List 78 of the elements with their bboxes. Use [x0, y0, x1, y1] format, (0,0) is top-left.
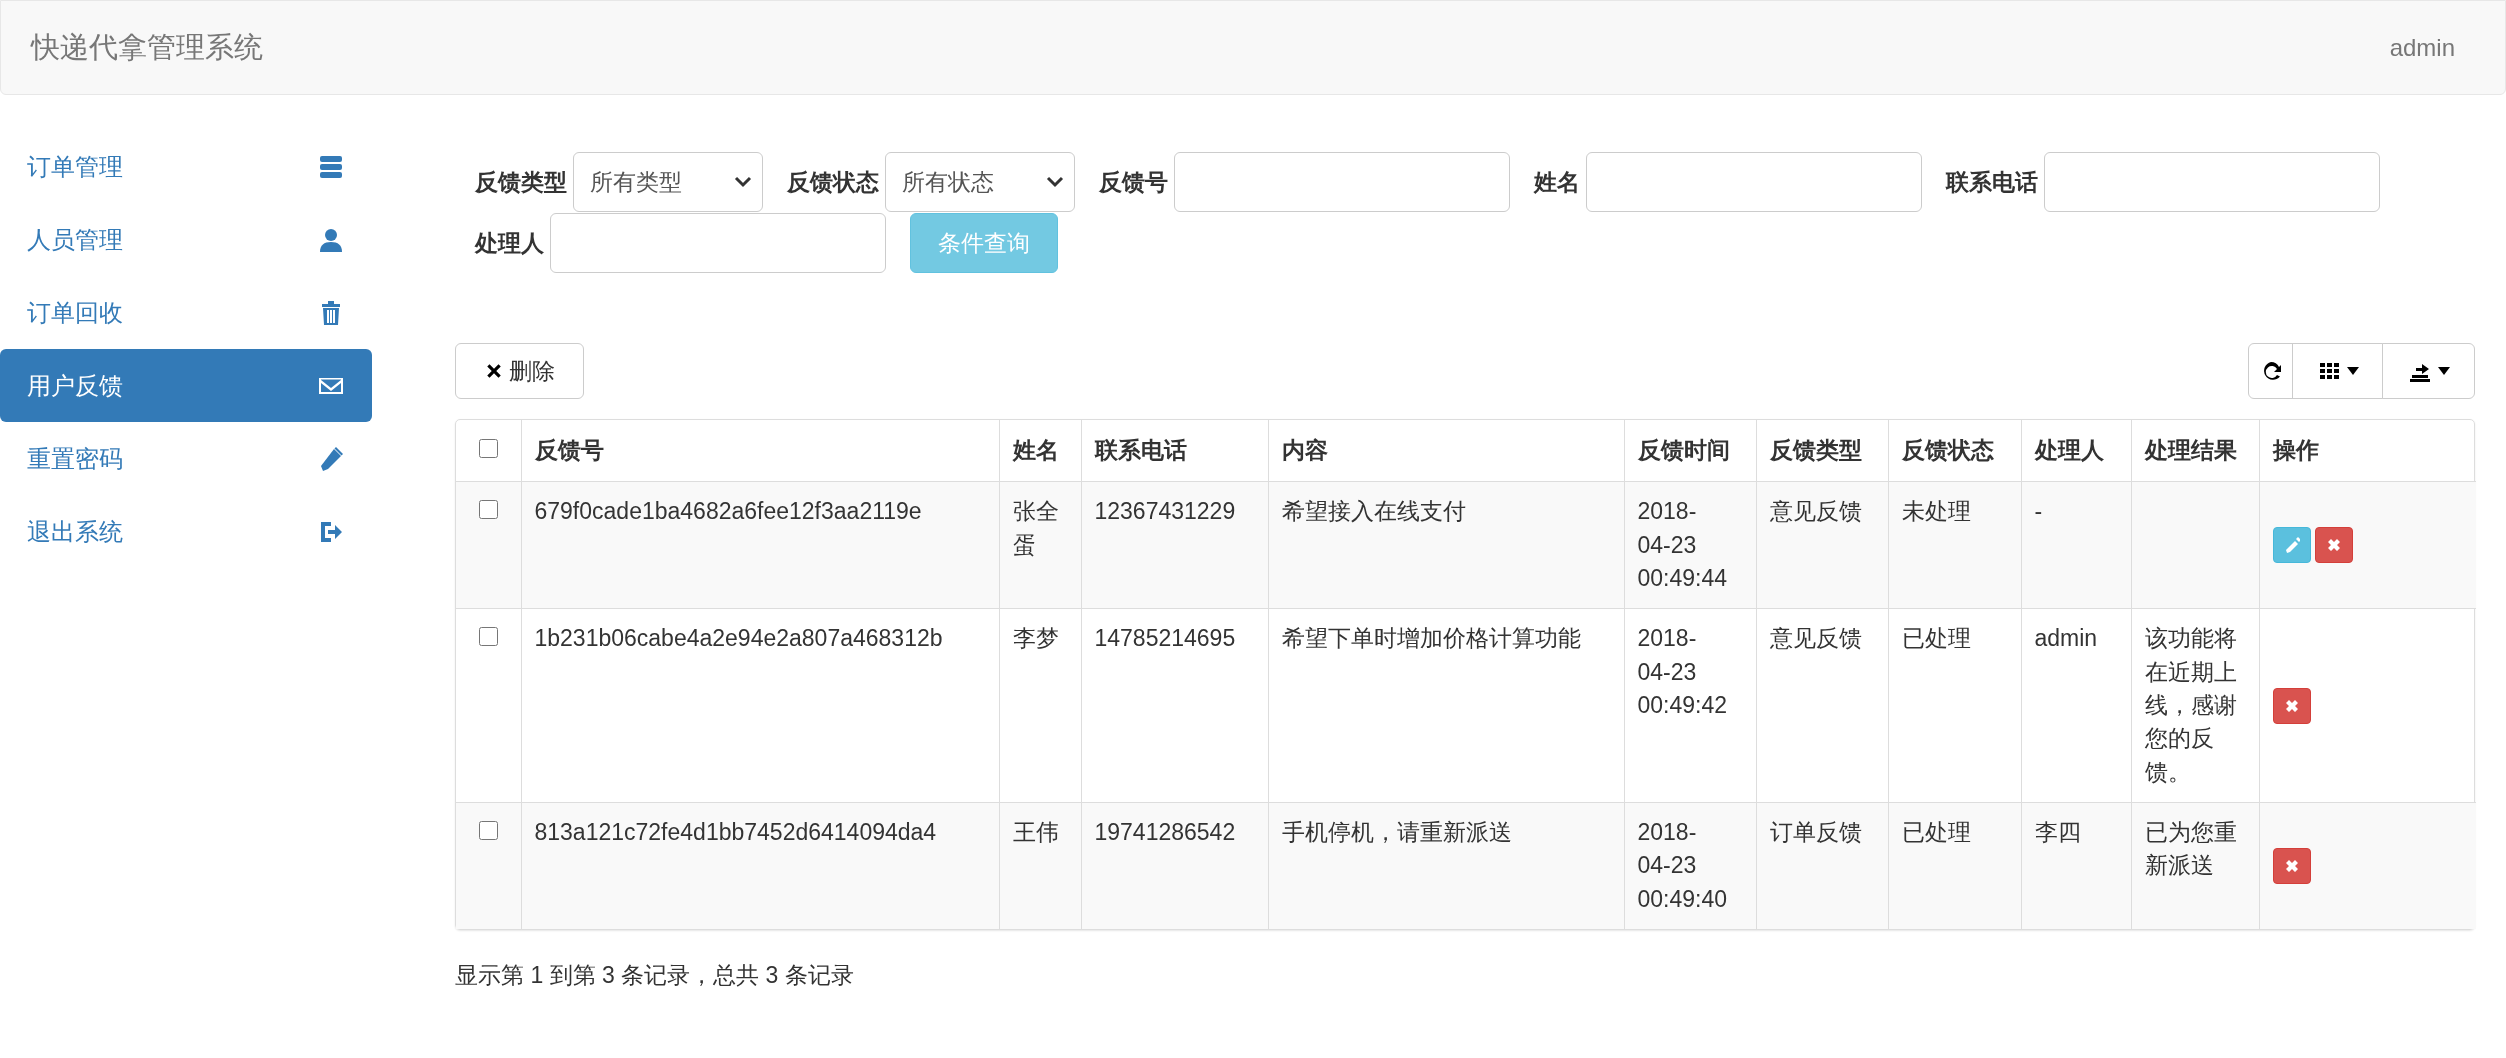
field-label: 反馈号 — [1099, 167, 1168, 197]
table-cell: 已处理 — [1888, 802, 2021, 930]
server-icon — [318, 153, 344, 180]
refresh-button[interactable] — [2248, 343, 2293, 399]
pagination-info: 显示第 1 到第 3 条记录，总共 3 条记录 — [455, 962, 854, 989]
table-cell: 未处理 — [1888, 481, 2021, 609]
dropdown-field[interactable]: 所有状态 — [885, 152, 1075, 212]
column-header[interactable]: 反馈时间 — [1624, 420, 1756, 482]
table-cell: 2018-04-23 00:49:42 — [1624, 608, 1756, 803]
caret-icon — [2346, 367, 2359, 375]
delete-row-button[interactable] — [2272, 848, 2311, 885]
table-cell: 李梦 — [999, 608, 1081, 803]
table-cell: 2018-04-23 00:49:40 — [1624, 802, 1756, 930]
delete-button[interactable]: 删除 — [455, 343, 584, 399]
input-field[interactable] — [1174, 152, 1510, 212]
table-cell: 手机停机，请重新派送 — [1268, 802, 1624, 930]
field-label: 处理人 — [475, 228, 544, 258]
input-field[interactable] — [1586, 152, 1922, 212]
table-cell: 意见反馈 — [1756, 481, 1888, 609]
column-header[interactable]: 操作 — [2259, 420, 2476, 482]
user-icon — [318, 226, 344, 253]
sidebar-item[interactable]: 人员管理 — [0, 203, 372, 276]
edit-button[interactable] — [2272, 527, 2311, 564]
table-cell: 已为您重新派送 — [2131, 802, 2259, 930]
table-cell: 张全蛋 — [999, 481, 1081, 609]
delete-row-button[interactable] — [2314, 527, 2353, 564]
table-cell: 2018-04-23 00:49:44 — [1624, 481, 1756, 609]
sidebar-item[interactable]: 订单管理 — [0, 130, 372, 203]
table-cell: admin — [2021, 608, 2131, 803]
input-field[interactable] — [550, 213, 886, 273]
table-cell: 希望下单时增加价格计算功能 — [1268, 608, 1624, 803]
table-cell: 意见反馈 — [1756, 608, 1888, 803]
table-cell: 王伟 — [999, 802, 1081, 930]
table-cell: 已处理 — [1888, 608, 2021, 803]
row-checkbox[interactable] — [478, 821, 498, 841]
columns-button[interactable] — [2292, 343, 2383, 399]
column-header[interactable]: 联系电话 — [1081, 420, 1268, 482]
table-cell: - — [2021, 481, 2131, 609]
table-cell: 679f0cade1ba4682a6fee12f3aa2119e — [521, 481, 999, 609]
table-cell: 1b231b06cabe4a2e94e2a807a468312b — [521, 608, 999, 803]
row-checkbox[interactable] — [478, 500, 498, 520]
table-cell: 李四 — [2021, 802, 2131, 930]
column-header[interactable]: 反馈状态 — [1888, 420, 2021, 482]
column-header[interactable]: 姓名 — [999, 420, 1081, 482]
column-header[interactable]: 反馈号 — [521, 420, 999, 482]
column-header[interactable]: 反馈类型 — [1756, 420, 1888, 482]
field-label: 反馈类型 — [475, 167, 567, 197]
delete-row-button[interactable] — [2272, 687, 2311, 724]
field-label: 姓名 — [1534, 167, 1580, 197]
pencil-icon — [318, 445, 344, 472]
input-field[interactable] — [2044, 152, 2380, 212]
table-cell: 该功能将在近期上线，感谢您的反馈。 — [2131, 608, 2259, 803]
caret-icon — [2437, 367, 2450, 375]
row-checkbox[interactable] — [478, 627, 498, 647]
column-header[interactable]: 处理人 — [2021, 420, 2131, 482]
select-all-checkbox[interactable] — [478, 439, 498, 458]
field-label: 反馈状态 — [787, 167, 879, 197]
app-title[interactable]: 快递代拿管理系统 — [31, 25, 263, 70]
dropdown-field[interactable]: 所有类型 — [573, 152, 763, 212]
sidebar-item[interactable]: 用户反馈 — [0, 349, 372, 422]
table-cell: 订单反馈 — [1756, 802, 1888, 930]
user-name[interactable]: admin — [2389, 29, 2455, 66]
chevron-down-icon — [1046, 176, 1064, 188]
export-button[interactable] — [2382, 343, 2475, 399]
pencil-icon — [2283, 537, 2300, 554]
table-cell: 14785214695 — [1081, 608, 1268, 803]
table-cell: 19741286542 — [1081, 802, 1268, 930]
close-icon — [484, 362, 503, 380]
sidebar-item[interactable]: 重置密码 — [0, 422, 372, 495]
sidebar-item[interactable]: 退出系统 — [0, 495, 372, 568]
column-header[interactable]: 处理结果 — [2131, 420, 2259, 482]
field-label: 联系电话 — [1946, 167, 2038, 197]
column-header[interactable]: 内容 — [1268, 420, 1624, 482]
table-cell: 希望接入在线支付 — [1268, 481, 1624, 609]
sidebar-item[interactable]: 订单回收 — [0, 276, 372, 349]
chevron-down-icon — [734, 176, 752, 188]
table-cell: 813a121c72fe4d1bb7452d6414094da4 — [521, 802, 999, 930]
table-cell: 12367431229 — [1081, 481, 1268, 609]
